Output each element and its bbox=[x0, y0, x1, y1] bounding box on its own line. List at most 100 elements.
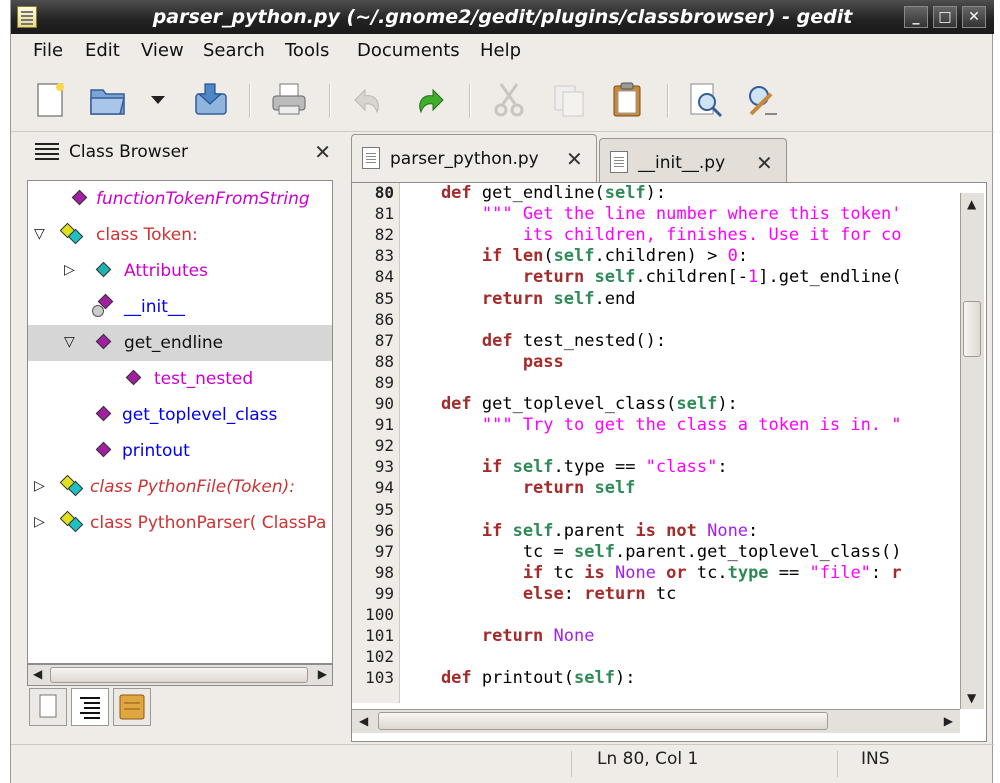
menu-search[interactable]: Search bbox=[203, 40, 265, 61]
tab-parser-python[interactable]: parser_python.py ✕ bbox=[351, 134, 597, 182]
scroll-right-icon[interactable]: ▶ bbox=[944, 714, 953, 728]
code-line[interactable]: if self.type == "class": bbox=[400, 457, 728, 477]
cursor-position: Ln 80, Col 1 bbox=[597, 749, 699, 769]
print-button[interactable] bbox=[267, 78, 311, 122]
line-number: 96 bbox=[374, 520, 394, 540]
code-token: tc. bbox=[696, 562, 728, 583]
code-line[interactable]: """ Get the line number where this token… bbox=[400, 204, 902, 224]
tree-expander[interactable]: ▷ bbox=[64, 262, 75, 278]
scroll-left-icon[interactable]: ◀ bbox=[359, 714, 368, 728]
menu-documents[interactable]: Documents bbox=[357, 40, 460, 61]
find-icon bbox=[690, 83, 723, 118]
menu-help[interactable]: Help bbox=[480, 40, 521, 61]
tree-row[interactable]: __init__ bbox=[28, 289, 332, 325]
code-token: None bbox=[553, 626, 595, 647]
tree-label: class Token: bbox=[96, 225, 198, 245]
code-line[interactable]: def get_toplevel_class(self): bbox=[400, 394, 738, 414]
maximize-button[interactable]: □ bbox=[933, 6, 957, 28]
code-view[interactable]: def get_endline(self): """ Get the line … bbox=[400, 183, 960, 703]
scroll-left-icon[interactable]: ◀ bbox=[33, 667, 42, 681]
side-panel-close-icon[interactable]: ✕ bbox=[314, 140, 331, 164]
scissors-icon bbox=[494, 83, 524, 117]
code-token: type bbox=[727, 562, 769, 583]
find-button[interactable] bbox=[683, 78, 727, 122]
scrollbar-thumb[interactable] bbox=[378, 712, 828, 730]
file-browser-tab[interactable] bbox=[113, 688, 151, 726]
code-line[interactable]: return self bbox=[400, 478, 636, 498]
code-line[interactable]: its children, finishes. Use it for co bbox=[400, 225, 902, 245]
code-token: is bbox=[584, 562, 615, 583]
editor-vertical-scrollbar[interactable]: ▲ ▼ bbox=[960, 193, 984, 709]
scroll-up-icon[interactable]: ▲ bbox=[967, 197, 976, 211]
cut-button[interactable] bbox=[487, 78, 531, 122]
open-folder-icon bbox=[90, 89, 125, 115]
tab-init-py[interactable]: __init__.py ✕ bbox=[599, 138, 787, 182]
open-button[interactable] bbox=[87, 78, 131, 122]
menu-view[interactable]: View bbox=[141, 40, 184, 61]
tree-expander[interactable]: ▽ bbox=[64, 334, 75, 350]
line-number: 103 bbox=[365, 668, 394, 688]
scrollbar-thumb[interactable] bbox=[50, 667, 308, 683]
new-document-button[interactable] bbox=[29, 78, 73, 122]
paste-button[interactable] bbox=[605, 78, 649, 122]
tree-row[interactable]: ▷ Attributes bbox=[28, 253, 332, 289]
menu-tools[interactable]: Tools bbox=[285, 40, 329, 61]
menu-bar: File Edit View Search Tools Documents He… bbox=[11, 34, 994, 70]
code-line[interactable]: def test_nested(): bbox=[400, 331, 666, 351]
code-token: : bbox=[737, 246, 749, 267]
attributes-diamond-icon bbox=[92, 259, 114, 281]
editor-horizontal-scrollbar[interactable]: ◀ ▶ bbox=[352, 709, 960, 733]
code-line[interactable]: return None bbox=[400, 626, 595, 647]
tree-row[interactable]: ▽ class Token: bbox=[28, 217, 332, 253]
code-line[interactable]: if self.parent is not None: bbox=[400, 521, 758, 541]
tree-row[interactable]: test_nested bbox=[28, 361, 332, 397]
code-line[interactable]: pass bbox=[400, 352, 564, 372]
scroll-right-icon[interactable]: ▶ bbox=[318, 667, 327, 681]
code-token: is not bbox=[635, 520, 708, 541]
tree-row[interactable]: ▷ class PythonFile(Token): bbox=[28, 469, 332, 505]
code-token: tc = bbox=[400, 541, 574, 562]
menu-file[interactable]: File bbox=[33, 40, 63, 61]
code-line[interactable]: return self.children[-1].get_endline( bbox=[400, 267, 902, 287]
code-line[interactable]: def printout(self): bbox=[400, 668, 636, 688]
code-line[interactable]: if len(self.children) > 0: bbox=[400, 246, 748, 266]
tree-row[interactable]: functionTokenFromString bbox=[28, 181, 332, 217]
tree-row-selected[interactable]: ▽ get_endline bbox=[28, 325, 332, 361]
menu-edit[interactable]: Edit bbox=[85, 40, 120, 61]
scrollbar-thumb[interactable] bbox=[963, 301, 981, 357]
code-token: def bbox=[400, 394, 482, 414]
tree-row[interactable]: ▷ class PythonParser( ClassPa bbox=[28, 505, 332, 541]
tree-row[interactable]: printout bbox=[28, 433, 332, 469]
tab-close-icon[interactable]: ✕ bbox=[756, 151, 773, 175]
open-recent-button[interactable] bbox=[145, 78, 171, 122]
undo-button[interactable] bbox=[347, 78, 391, 122]
close-window-button[interactable]: ✕ bbox=[962, 6, 986, 28]
status-divider bbox=[571, 751, 572, 777]
class-tree[interactable]: functionTokenFromString ▽ class Token: ▷… bbox=[27, 180, 333, 664]
class-browser-tab[interactable] bbox=[71, 688, 109, 726]
tree-horizontal-scrollbar[interactable]: ◀ ▶ bbox=[27, 664, 333, 686]
scroll-down-icon[interactable]: ▼ bbox=[967, 691, 976, 705]
chevron-down-icon bbox=[151, 96, 165, 104]
code-line[interactable]: if tc is None or tc.type == "file": r bbox=[400, 563, 902, 583]
tree-expander[interactable]: ▷ bbox=[34, 514, 45, 530]
minimize-button[interactable]: _ bbox=[904, 6, 928, 28]
documents-tab[interactable] bbox=[29, 688, 67, 726]
tree-expander[interactable]: ▽ bbox=[34, 226, 45, 242]
code-line[interactable]: def get_endline(self): bbox=[400, 183, 666, 203]
code-line[interactable]: tc = self.parent.get_toplevel_class() bbox=[400, 542, 902, 562]
redo-button[interactable] bbox=[407, 78, 451, 122]
tree-row[interactable]: get_toplevel_class bbox=[28, 397, 332, 433]
copy-button[interactable] bbox=[547, 78, 591, 122]
tree-expander[interactable]: ▷ bbox=[34, 478, 45, 494]
tab-close-icon[interactable]: ✕ bbox=[566, 147, 583, 171]
code-line[interactable]: return self.end bbox=[400, 289, 636, 309]
find-replace-button[interactable] bbox=[741, 78, 785, 122]
code-line[interactable]: else: return tc bbox=[400, 584, 677, 604]
title-bar[interactable]: parser_python.py (~/.gnome2/gedit/plugin… bbox=[11, 0, 994, 34]
code-token: ): bbox=[717, 394, 738, 414]
code-line[interactable]: """ Try to get the class a token is in. … bbox=[400, 415, 902, 435]
code-token: self bbox=[676, 394, 718, 414]
code-token: if bbox=[400, 246, 513, 267]
save-button[interactable] bbox=[189, 78, 233, 122]
